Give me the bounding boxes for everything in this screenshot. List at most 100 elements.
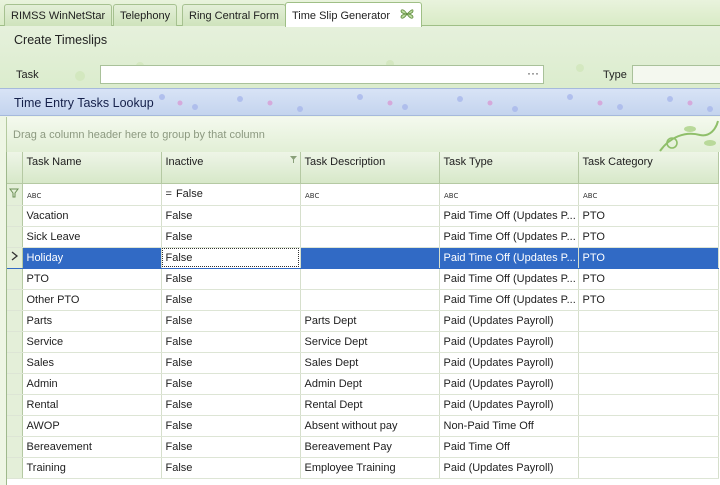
cell-task-category[interactable]: PTO: [578, 268, 719, 290]
table-row[interactable]: Training False Employee Training Paid (Upda…: [7, 457, 719, 479]
cell-task-category[interactable]: [578, 352, 719, 374]
cell-task-category[interactable]: PTO: [578, 289, 719, 311]
filter-cell-task-category[interactable]: ABC: [578, 183, 719, 206]
type-input[interactable]: [632, 65, 720, 84]
filter-cell-inactive[interactable]: = False: [161, 183, 301, 206]
cell-task-type[interactable]: Paid Time Off (Updates P...: [439, 247, 579, 269]
cell-task-description[interactable]: Service Dept: [300, 331, 440, 353]
table-row[interactable]: Vacation False Paid Time Off (Updates P...…: [7, 205, 719, 227]
cell-task-type[interactable]: Paid Time Off: [439, 436, 579, 458]
cell-task-type[interactable]: Paid Time Off (Updates P...: [439, 289, 579, 311]
cell-task-name[interactable]: Rental: [22, 394, 162, 416]
cell-task-name[interactable]: AWOP: [22, 415, 162, 437]
cell-task-description[interactable]: [300, 268, 440, 290]
cell-task-category[interactable]: [578, 331, 719, 353]
tab-time-slip-generator[interactable]: Time Slip Generator: [285, 2, 423, 27]
cell-inactive[interactable]: False: [161, 394, 301, 416]
cell-task-name[interactable]: Sick Leave: [22, 226, 162, 248]
row-indicator[interactable]: [7, 310, 23, 332]
task-input[interactable]: ···: [100, 65, 544, 84]
cell-task-type[interactable]: Non-Paid Time Off: [439, 415, 579, 437]
table-row[interactable]: Sales False Sales Dept Paid (Updates Payrol…: [7, 352, 719, 374]
cell-task-type[interactable]: Paid Time Off (Updates P...: [439, 226, 579, 248]
filter-cell-task-description[interactable]: ABC: [300, 183, 440, 206]
cell-task-description[interactable]: Bereavement Pay: [300, 436, 440, 458]
cell-task-name[interactable]: Sales: [22, 352, 162, 374]
table-row[interactable]: Other PTO False Paid Time Off (Updates P..…: [7, 289, 719, 311]
column-header-task-name[interactable]: Task Name: [22, 152, 162, 184]
table-row[interactable]: Service False Service Dept Paid (Updates Pa…: [7, 331, 719, 353]
cell-task-category[interactable]: [578, 415, 719, 437]
cell-task-name[interactable]: Holiday: [22, 247, 162, 269]
cell-inactive[interactable]: False: [161, 352, 301, 374]
cell-task-type[interactable]: Paid (Updates Payroll): [439, 331, 579, 353]
cell-task-description[interactable]: [300, 226, 440, 248]
cell-task-type[interactable]: Paid (Updates Payroll): [439, 394, 579, 416]
cell-task-name[interactable]: Parts: [22, 310, 162, 332]
row-indicator[interactable]: [7, 268, 23, 290]
table-row[interactable]: Admin False Admin Dept Paid (Updates Payrol…: [7, 373, 719, 395]
cell-task-type[interactable]: Paid (Updates Payroll): [439, 352, 579, 374]
table-row[interactable]: Bereavement False Bereavement Pay Paid Time…: [7, 436, 719, 458]
row-indicator[interactable]: [7, 415, 23, 437]
close-tab-icon[interactable]: [399, 6, 415, 22]
column-header-task-description[interactable]: Task Description: [300, 152, 440, 184]
cell-task-name[interactable]: Vacation: [22, 205, 162, 227]
filter-cell-task-type[interactable]: ABC: [439, 183, 579, 206]
cell-task-description[interactable]: Employee Training: [300, 457, 440, 479]
cell-task-name[interactable]: Admin: [22, 373, 162, 395]
column-header-task-category[interactable]: Task Category: [578, 152, 719, 184]
cell-task-category[interactable]: PTO: [578, 205, 719, 227]
cell-task-category[interactable]: [578, 394, 719, 416]
table-row[interactable]: AWOP False Absent without pay Non-Paid Time…: [7, 415, 719, 437]
cell-inactive[interactable]: False: [161, 331, 301, 353]
cell-task-type[interactable]: Paid Time Off (Updates P...: [439, 205, 579, 227]
cell-task-category[interactable]: [578, 310, 719, 332]
cell-task-type[interactable]: Paid Time Off (Updates P...: [439, 268, 579, 290]
row-indicator[interactable]: [7, 226, 23, 248]
row-indicator[interactable]: [7, 457, 23, 479]
cell-inactive[interactable]: False: [161, 436, 301, 458]
table-row[interactable]: PTO False Paid Time Off (Updates P... PTO: [7, 268, 719, 290]
tab-ring-central-form[interactable]: Ring Central Form: [182, 4, 286, 26]
task-browse-button[interactable]: ···: [527, 66, 539, 80]
column-header-inactive[interactable]: Inactive: [161, 152, 301, 184]
cell-inactive[interactable]: False: [161, 205, 301, 227]
cell-task-category[interactable]: [578, 457, 719, 479]
cell-inactive[interactable]: False: [161, 415, 301, 437]
filter-cell-task-name[interactable]: ABC: [22, 183, 162, 206]
filter-funnel-icon[interactable]: [289, 156, 297, 163]
cell-task-name[interactable]: PTO: [22, 268, 162, 290]
row-indicator[interactable]: [7, 247, 23, 269]
row-indicator[interactable]: [7, 436, 23, 458]
cell-inactive[interactable]: False: [161, 457, 301, 479]
cell-inactive[interactable]: False: [161, 268, 301, 290]
row-indicator[interactable]: [7, 394, 23, 416]
cell-task-description[interactable]: [300, 247, 440, 269]
cell-inactive[interactable]: False: [161, 289, 301, 311]
cell-task-type[interactable]: Paid (Updates Payroll): [439, 373, 579, 395]
column-header-task-type[interactable]: Task Type: [439, 152, 579, 184]
row-indicator[interactable]: [7, 352, 23, 374]
tab-rimss-winnetstar[interactable]: RIMSS WinNetStar: [4, 4, 113, 26]
cell-task-description[interactable]: Absent without pay: [300, 415, 440, 437]
row-indicator[interactable]: [7, 373, 23, 395]
cell-inactive[interactable]: False: [161, 247, 301, 269]
cell-task-name[interactable]: Service: [22, 331, 162, 353]
cell-task-description[interactable]: [300, 289, 440, 311]
cell-inactive[interactable]: False: [161, 310, 301, 332]
table-row[interactable]: Parts False Parts Dept Paid (Updates Payrol…: [7, 310, 719, 332]
row-indicator[interactable]: [7, 331, 23, 353]
row-indicator[interactable]: [7, 205, 23, 227]
cell-task-description[interactable]: Rental Dept: [300, 394, 440, 416]
table-row[interactable]: Rental False Rental Dept Paid (Updates Payr…: [7, 394, 719, 416]
table-row[interactable]: Holiday False Paid Time Off (Updates P... P…: [7, 247, 719, 269]
cell-task-name[interactable]: Bereavement: [22, 436, 162, 458]
cell-task-type[interactable]: Paid (Updates Payroll): [439, 310, 579, 332]
cell-task-description[interactable]: Parts Dept: [300, 310, 440, 332]
row-indicator[interactable]: [7, 289, 23, 311]
cell-task-category[interactable]: [578, 373, 719, 395]
tab-telephony[interactable]: Telephony: [113, 4, 178, 26]
table-row[interactable]: Sick Leave False Paid Time Off (Updates P.…: [7, 226, 719, 248]
group-by-panel[interactable]: Drag a column header here to group by th…: [6, 117, 720, 152]
